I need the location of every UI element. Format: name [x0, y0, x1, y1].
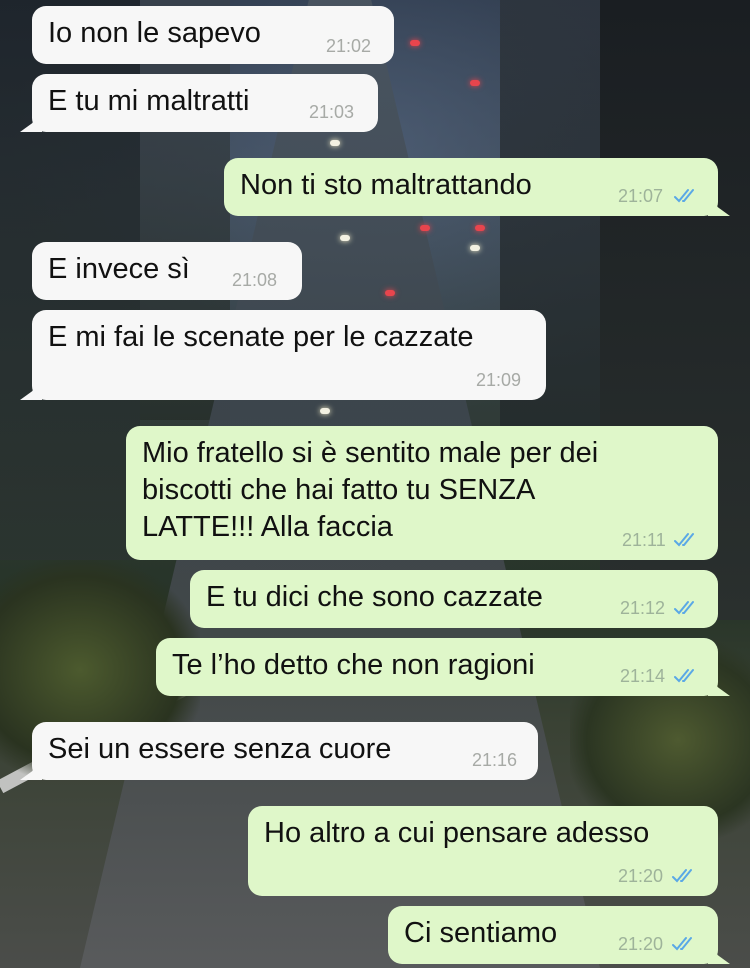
message-bubble-outgoing[interactable]: Ho altro a cui pensare adesso 21:20 — [248, 806, 718, 896]
message-time: 21:08 — [232, 270, 278, 290]
double-check-icon — [674, 189, 694, 203]
message-text: Mio fratello si è sentito male per dei b… — [142, 437, 599, 543]
message-list[interactable]: Io non le sapevo 21:02 E tu mi maltratti… — [0, 0, 750, 968]
message-bubble-incoming[interactable]: E tu mi maltratti 21:03 — [20, 74, 378, 132]
message-time: 21:03 — [309, 102, 355, 122]
message-text: Io non le sapevo — [48, 17, 261, 49]
message-text: Te l’ho detto che non ragioni — [172, 649, 535, 681]
bubble-tail — [20, 758, 42, 780]
message-bubble-outgoing[interactable]: Ci sentiamo 21:20 — [388, 906, 730, 964]
message-bubble-incoming[interactable]: Io non le sapevo 21:02 — [32, 6, 394, 64]
double-check-icon — [672, 869, 692, 883]
message-time: 21:14 — [620, 666, 666, 686]
message-time: 21:11 — [622, 530, 666, 550]
message-bubble-incoming[interactable]: Sei un essere senza cuore 21:16 — [20, 722, 538, 780]
message-text: Non ti sto maltrattando — [240, 169, 532, 201]
message-text: Ci sentiamo — [404, 917, 558, 949]
double-check-icon — [674, 533, 694, 547]
message-time: 21:07 — [618, 186, 664, 206]
double-check-icon — [674, 669, 694, 683]
message-text: E mi fai le scenate per le cazzate — [48, 321, 474, 353]
message-bubble-incoming[interactable]: E mi fai le scenate per le cazzate 21:09 — [20, 310, 546, 400]
message-time: 21:16 — [472, 750, 518, 770]
message-text: Sei un essere senza cuore — [48, 733, 392, 765]
message-bubble-outgoing[interactable]: Non ti sto maltrattando 21:07 — [224, 158, 730, 216]
message-time: 21:12 — [620, 598, 666, 618]
message-time: 21:02 — [326, 36, 372, 56]
message-time: 21:09 — [476, 370, 522, 390]
bubble-tail — [708, 674, 730, 696]
double-check-icon — [672, 937, 692, 951]
message-bubble-outgoing[interactable]: E tu dici che sono cazzate 21:12 — [190, 570, 718, 628]
message-text: E invece sì — [48, 253, 190, 285]
message-bubble-outgoing[interactable]: Te l’ho detto che non ragioni 21:14 — [156, 638, 730, 696]
message-bubble-outgoing[interactable]: Mio fratello si è sentito male per dei b… — [126, 426, 718, 560]
message-time: 21:20 — [618, 866, 664, 886]
bubble-tail — [708, 194, 730, 216]
message-text: Ho altro a cui pensare adesso — [264, 817, 650, 849]
double-check-icon — [674, 601, 694, 615]
message-text: E tu dici che sono cazzate — [206, 581, 543, 613]
message-time: 21:20 — [618, 934, 664, 954]
message-bubble-incoming[interactable]: E invece sì 21:08 — [32, 242, 302, 300]
bubble-tail — [20, 378, 42, 400]
bubble-tail — [20, 110, 42, 132]
bubble-tail — [708, 942, 730, 964]
message-text: E tu mi maltratti — [48, 85, 250, 117]
